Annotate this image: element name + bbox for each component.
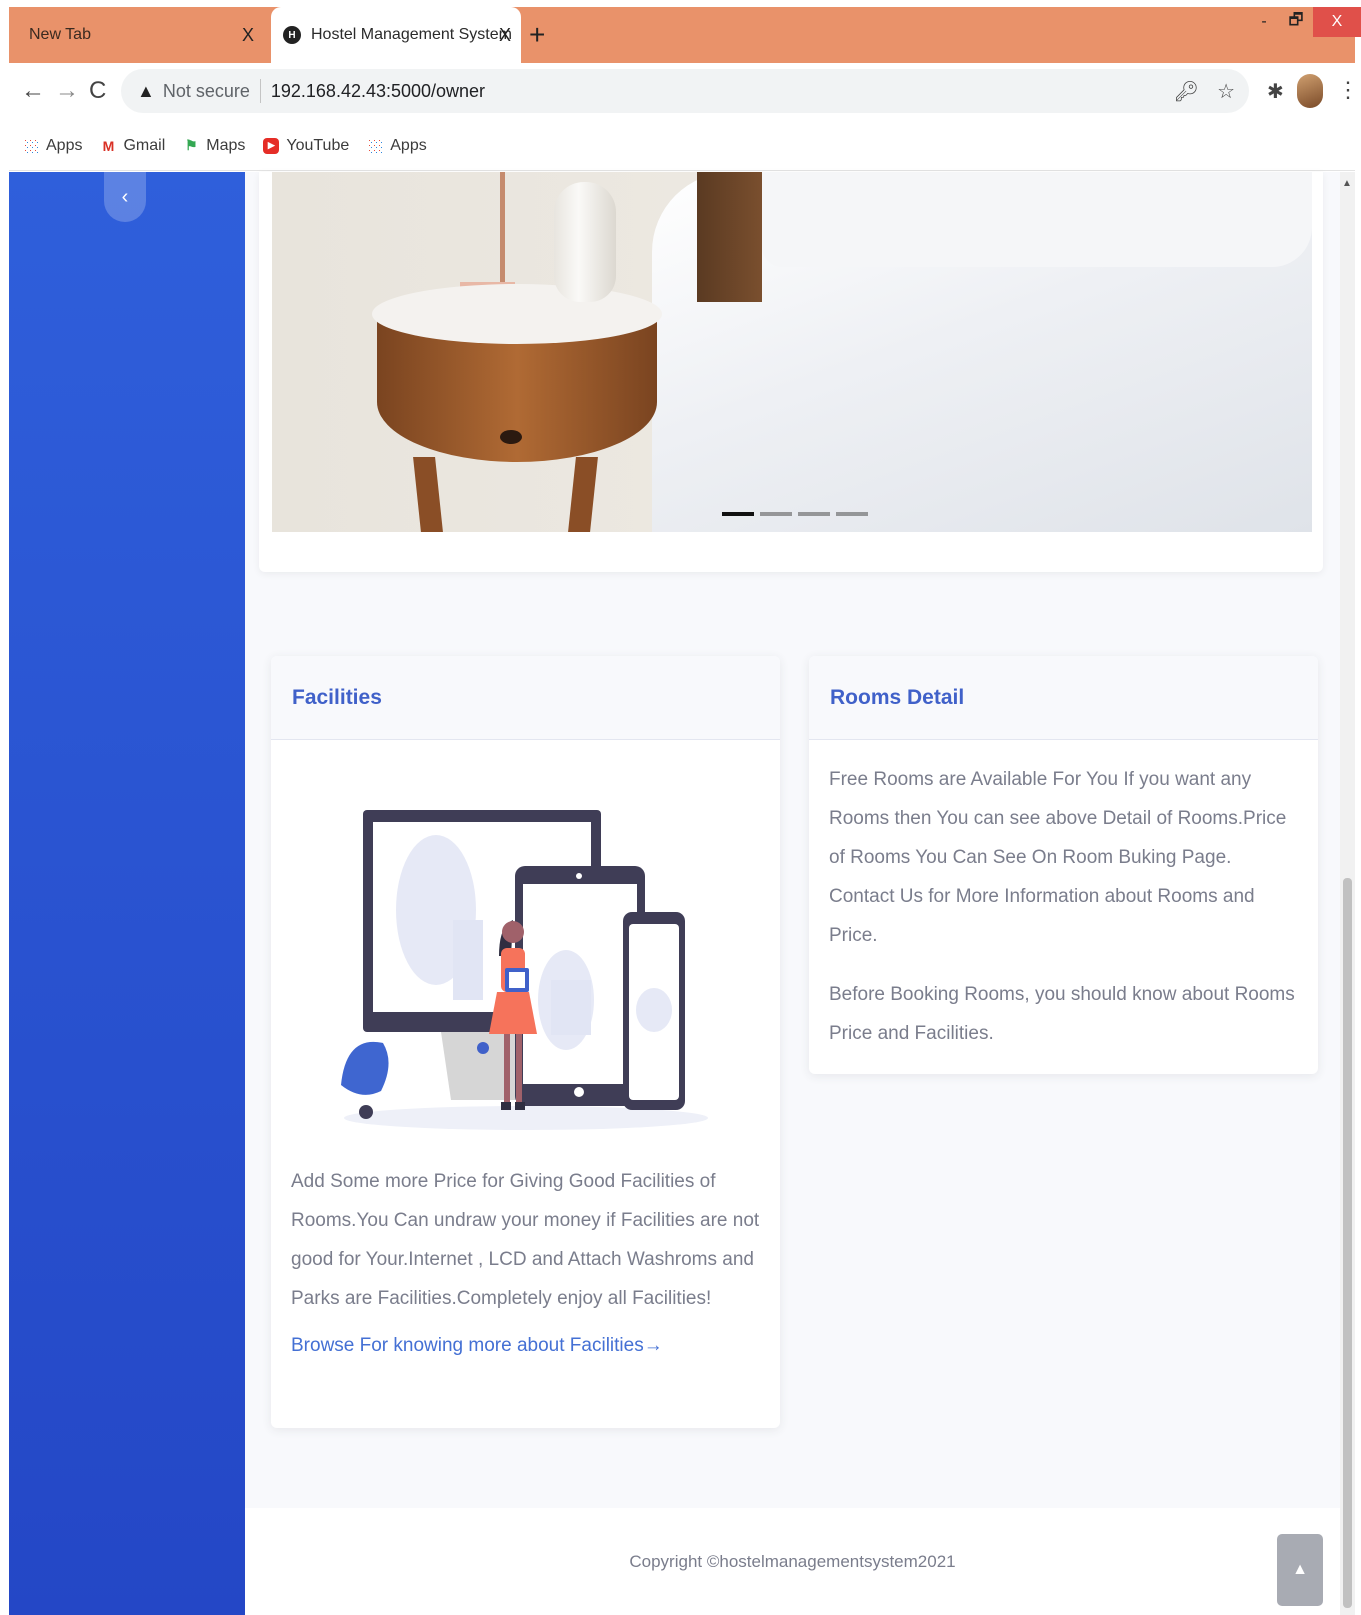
vase-image — [554, 182, 616, 302]
rooms-detail-card-title: Rooms Detail — [809, 656, 1318, 740]
copyright-text: Copyright ©hostelmanagementsystem2021 — [629, 1551, 956, 1571]
devices-illustration — [340, 810, 708, 1130]
nightstand-top — [372, 284, 662, 344]
drawer-knob — [500, 430, 522, 444]
back-arrow-icon[interactable]: ← — [21, 77, 45, 105]
youtube-icon: ▶ — [263, 137, 280, 154]
carousel-slide-image — [272, 172, 1312, 532]
warning-icon[interactable]: ▲ — [137, 81, 155, 102]
favicon-icon: H — [283, 26, 301, 44]
lamp-image — [500, 172, 505, 282]
facilities-description: Add Some more Price for Giving Good Faci… — [291, 1171, 760, 1309]
address-bar[interactable]: ▲ Not secure 192.168.42.43:5000/owner 🔑︎… — [121, 69, 1249, 113]
bookmarks-bar: Apps M Gmail ⚑ Maps ▶ YouTube Apps — [9, 121, 1355, 171]
scroll-up-arrow-icon[interactable]: ▲ — [1342, 178, 1352, 189]
scrollbar-thumb[interactable] — [1343, 878, 1352, 1608]
main-content: Facilities Add Some more Price for Givin… — [245, 172, 1340, 1615]
scroll-to-top-button[interactable]: ▲ — [1277, 1534, 1323, 1606]
browser-toolbar: ← → C ▲ Not secure 192.168.42.43:5000/ow… — [9, 63, 1359, 121]
nightstand-leg — [568, 457, 598, 532]
bookmark-gmail[interactable]: M Gmail — [100, 137, 166, 155]
puzzle-icon[interactable]: ✱ — [1267, 79, 1284, 104]
window-close-button[interactable]: X — [1313, 7, 1361, 37]
carousel-indicators — [722, 512, 868, 516]
rooms-booking-note: Before Booking Rooms, you should know ab… — [829, 984, 1295, 1044]
rooms-description: Free Rooms are Available For You If you … — [829, 769, 1287, 946]
forward-arrow-icon[interactable]: → — [55, 77, 79, 105]
sidebar: ‹ — [9, 172, 245, 1615]
omnibox-divider — [259, 79, 261, 103]
pillow-image — [762, 172, 1312, 267]
page-scrollbar[interactable]: ▲ — [1340, 172, 1355, 1615]
nightstand-leg — [413, 457, 443, 532]
carousel-indicator-1[interactable] — [722, 512, 754, 516]
tab-title: New Tab — [29, 26, 91, 43]
tab-hostel-management-system[interactable]: H Hostel Management System X — [271, 7, 521, 63]
rooms-detail-card: Rooms Detail Free Rooms are Available Fo… — [809, 656, 1318, 1074]
new-tab-button[interactable]: + — [529, 19, 545, 51]
close-icon[interactable]: X — [499, 25, 511, 46]
maps-icon: ⚑ — [184, 137, 198, 153]
carousel-indicator-4[interactable] — [836, 512, 868, 516]
bookmark-maps[interactable]: ⚑ Maps — [183, 137, 245, 155]
minimize-button[interactable]: - — [1249, 7, 1279, 37]
reload-icon[interactable]: C — [89, 77, 106, 105]
headboard-image — [697, 172, 762, 302]
footer: Copyright ©hostelmanagementsystem2021 — [245, 1508, 1340, 1615]
carousel-card — [259, 172, 1323, 572]
url-text[interactable]: 192.168.42.43:5000/owner — [271, 81, 485, 102]
browse-facilities-link[interactable]: Browse For knowing more about Facilities… — [291, 1326, 760, 1365]
kebab-menu-icon[interactable]: ⋮ — [1337, 77, 1359, 103]
sidebar-toggle-chevron-left-icon[interactable]: ‹ — [104, 172, 146, 222]
rooms-detail-card-body: Free Rooms are Available For You If you … — [809, 740, 1318, 1093]
tab-strip: New Tab X H Hostel Management System X +… — [9, 7, 1361, 63]
apps-grid-icon — [23, 137, 39, 154]
facilities-card-title: Facilities — [271, 656, 780, 740]
carousel-indicator-2[interactable] — [760, 512, 792, 516]
apps-grid-icon — [367, 137, 384, 154]
star-icon[interactable]: ☆ — [1217, 79, 1235, 104]
bookmark-apps[interactable]: Apps — [23, 137, 82, 155]
carousel-indicator-3[interactable] — [798, 512, 830, 516]
security-status[interactable]: Not secure — [163, 81, 250, 102]
key-icon[interactable]: 🔑︎ — [1174, 79, 1199, 104]
tab-new-tab[interactable]: New Tab X — [9, 7, 264, 63]
avatar[interactable] — [1297, 74, 1323, 108]
facilities-card-body: Add Some more Price for Giving Good Faci… — [271, 740, 780, 1385]
tab-title: Hostel Management System — [311, 26, 512, 43]
bookmark-youtube[interactable]: ▶ YouTube — [263, 137, 349, 155]
close-icon[interactable]: X — [242, 25, 254, 46]
bookmark-apps-2[interactable]: Apps — [367, 137, 427, 155]
facilities-card: Facilities Add Some more Price for Givin… — [271, 656, 780, 1428]
restore-button[interactable]: 🗗 — [1281, 7, 1311, 37]
gmail-icon: M — [102, 137, 115, 154]
